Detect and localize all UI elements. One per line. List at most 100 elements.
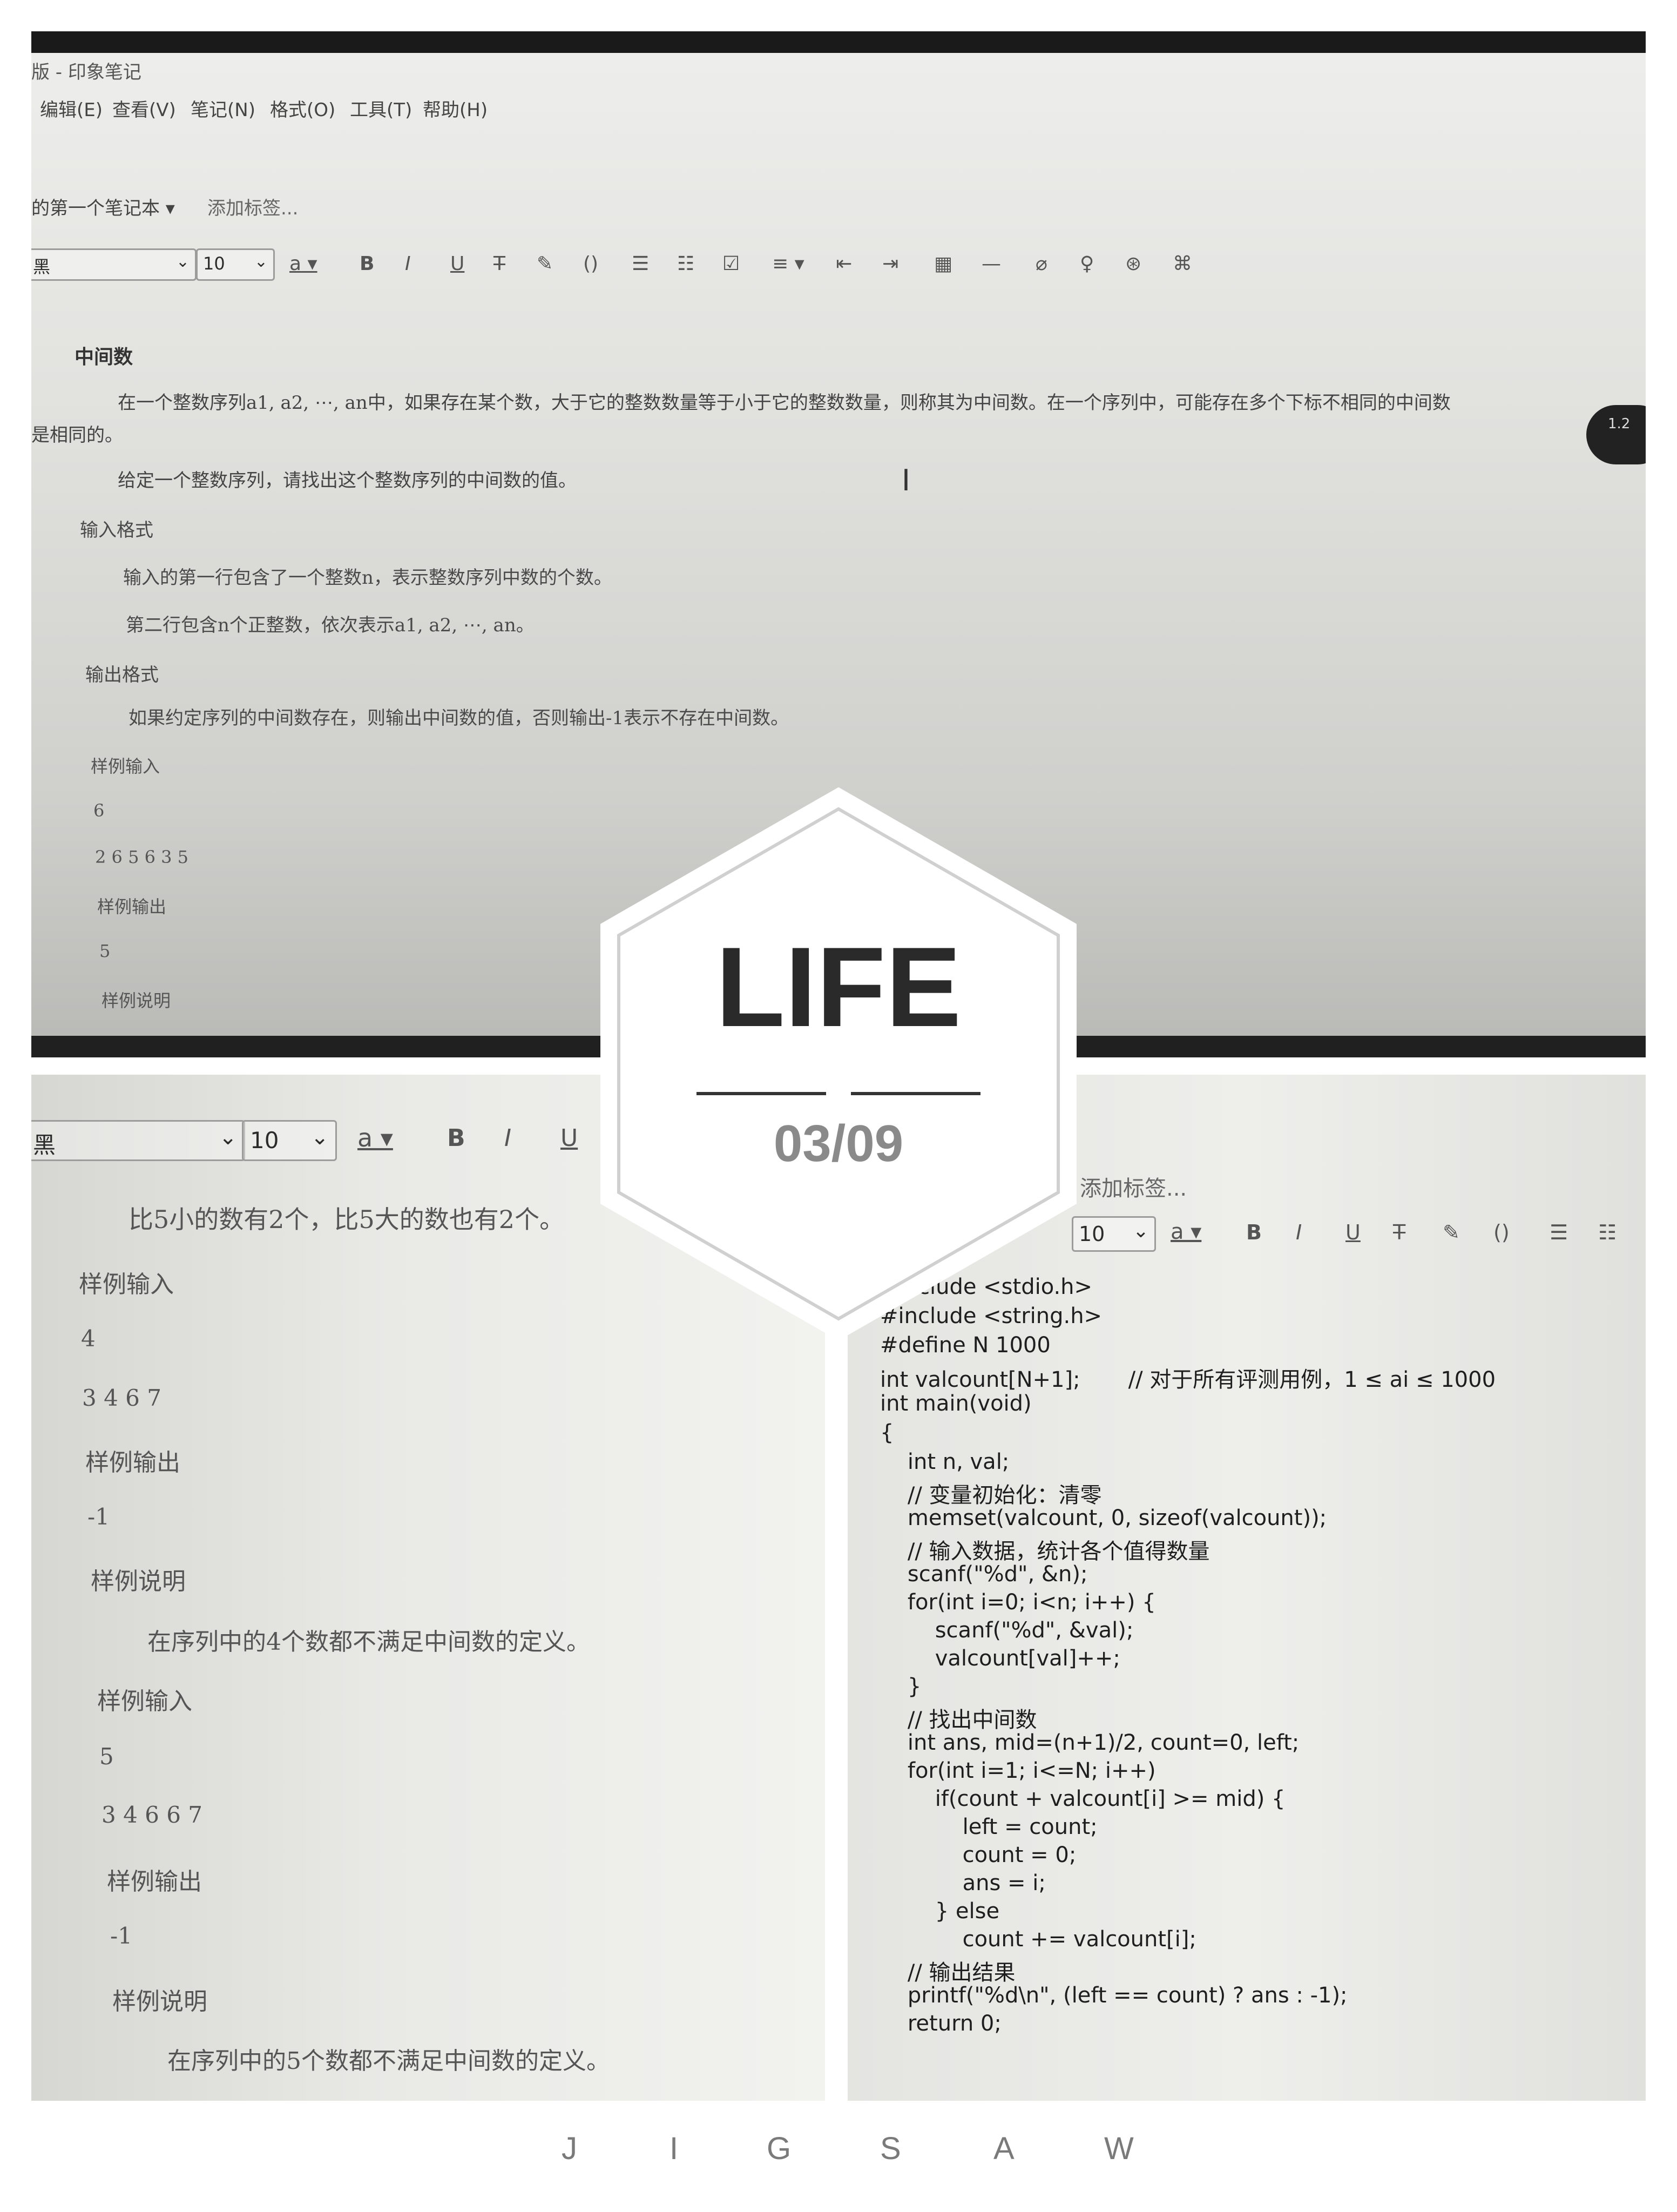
code-line: } else [880,1899,1000,1924]
font-size-select[interactable]: 10 ⌄ [1072,1216,1156,1252]
add-tag-button[interactable]: 添加标签... [1080,1171,1187,1202]
code-line: count += valcount[i]; [880,1927,1196,1952]
numbered-list-icon[interactable]: ☷ [1598,1220,1617,1244]
menu-view[interactable]: 查看(V) [112,95,176,122]
code-line: int main(void) [880,1391,1032,1416]
output-format-line: 如果约定序列的中间数存在，则输出中间数的值，否则输出-1表示不存在中间数。 [129,707,789,729]
italic-icon[interactable]: I [405,253,411,275]
font-color-icon[interactable]: a ▾ [357,1123,393,1152]
code-line: scanf("%d", &val); [880,1618,1134,1643]
numbered-list-icon[interactable]: ☷ [677,253,694,275]
footer-letter: S [880,2131,901,2166]
footer-letter: A [993,2131,1015,2166]
sample-input-heading: 样例输入 [97,1688,192,1715]
attachment-icon[interactable]: ⌀ [1036,253,1047,275]
paragraph-task: 给定一个整数序列，请找出这个整数序列的中间数的值。 [118,470,577,491]
bold-icon[interactable]: B [360,253,374,275]
code-line: count = 0; [880,1843,1077,1867]
highlight-icon[interactable]: ✎ [1443,1220,1460,1244]
more-icon[interactable]: ⌘ [1173,253,1192,275]
align-icon[interactable]: ≡ ▾ [772,253,804,275]
sample-output-heading: 样例输出 [97,896,167,917]
font-family-value: 黑 [33,257,51,277]
code-line: left = count; [880,1815,1098,1839]
audio-icon[interactable]: ♀ [1080,253,1094,275]
chevron-down-icon: ⌄ [175,252,190,271]
sample-output-value: -1 [87,1503,110,1530]
input-format-heading: 输入格式 [80,520,153,541]
code-line: // 输入数据，统计各个值得数量 [880,1539,1210,1564]
window-title: 版 - 印象笔记 [31,62,141,83]
bullet-list-icon[interactable]: ☰ [1550,1220,1568,1244]
code-icon[interactable]: () [1493,1220,1510,1244]
font-size-value: 10 [250,1127,279,1154]
output-format-heading: 输出格式 [85,664,159,686]
font-family-select[interactable]: 黑 ⌄ [31,1120,245,1161]
bubble-value: 1.2 [1608,416,1631,432]
sample-input-values: 3 4 6 6 7 [102,1802,203,1828]
code-line: valcount[val]++; [880,1646,1120,1671]
horizontal-rule-icon[interactable]: — [982,253,1001,275]
font-color-icon[interactable]: a ▾ [1171,1219,1201,1244]
indent-icon[interactable]: ⇥ [882,253,898,275]
underline-icon[interactable]: U [1345,1220,1361,1244]
bullet-list-icon[interactable]: ☰ [632,253,649,275]
font-size-select[interactable]: 10 ⌄ [196,248,275,281]
code-line: // 变量初始化：清零 [880,1483,1102,1508]
font-color-icon[interactable]: a ▾ [289,253,317,275]
badge-date: 03/09 [774,1115,903,1172]
text-cursor-icon: I [902,463,910,497]
menu-format[interactable]: 格式(O) [270,95,335,122]
underline-icon[interactable]: U [450,253,464,275]
sample-input-n: 4 [81,1325,96,1352]
underline-icon[interactable]: U [560,1124,578,1152]
font-family-select[interactable]: 黑 ⌄ [31,248,197,281]
badge-title: LIFE [716,923,962,1050]
code-line: if(count + valcount[i] >= mid) { [880,1786,1286,1811]
italic-icon[interactable]: I [504,1124,511,1152]
checkbox-icon[interactable]: ☑ [722,253,740,275]
strikethrough-icon[interactable]: T [1393,1220,1405,1244]
sample-output-heading: 样例输出 [107,1868,202,1896]
code-line: scanf("%d", &n); [880,1562,1088,1587]
code-line: { [880,1420,894,1445]
highlight-icon[interactable]: ✎ [537,253,553,275]
footer-letter: W [1104,2131,1134,2166]
sample-input-heading: 样例输入 [79,1271,174,1298]
table-icon[interactable]: ▦ [934,253,952,275]
sample-note-text: 在序列中的4个数都不满足中间数的定义。 [147,1628,590,1656]
sample-input-values: 2 6 5 6 3 5 [95,847,189,867]
link-icon[interactable]: ⊛ [1125,253,1141,275]
sample-note-heading: 样例说明 [102,990,171,1011]
footer-letter: I [670,2131,679,2166]
sample-input-n: 5 [99,1743,114,1770]
sample-explanation-1: 比5小的数有2个，比5大的数也有2个。 [129,1205,565,1234]
hexagon-outer [600,787,1077,1341]
menu-edit[interactable]: 编辑(E) [40,95,103,122]
paragraph-definition: 在一个整数序列a1, a2, ⋯, an中，如果存在某个数，大于它的整数数量等于… [118,392,1451,414]
italic-icon[interactable]: I [1296,1220,1302,1244]
font-size-select[interactable]: 10 ⌄ [242,1120,337,1161]
code-line: // 找出中间数 [880,1708,1037,1732]
floating-bubble[interactable]: 1.2 [1586,405,1646,464]
window-top-edge [31,31,1646,53]
code-line: int valcount[N+1]; // 对于所有评测用例，1 ≤ ai ≤ … [880,1367,1496,1392]
code-line: ans = i; [880,1871,1046,1896]
code-icon[interactable]: () [583,253,598,275]
add-tag-button[interactable]: 添加标签... [207,193,298,220]
chevron-down-icon: ⌄ [254,252,268,271]
sample-input-n: 6 [93,800,105,821]
code-line: for(int i=1; i<=N; i++) [880,1758,1156,1783]
bold-icon[interactable]: B [1246,1220,1262,1244]
sample-output-value: -1 [110,1923,132,1949]
menu-help[interactable]: 帮助(H) [423,95,488,122]
menu-note[interactable]: 笔记(N) [191,95,255,122]
bold-icon[interactable]: B [447,1124,465,1152]
code-line: int ans, mid=(n+1)/2, count=0, left; [880,1730,1300,1755]
strikethrough-icon[interactable]: T [493,253,505,275]
menu-tools[interactable]: 工具(T) [350,95,412,122]
input-format-line1: 输入的第一行包含了一个整数n，表示整数序列中数的个数。 [123,567,612,589]
sample-note-heading: 样例说明 [112,1988,207,2015]
notebook-selector[interactable]: 的第一个笔记本 ▾ [31,193,175,220]
outdent-icon[interactable]: ⇤ [836,253,852,275]
